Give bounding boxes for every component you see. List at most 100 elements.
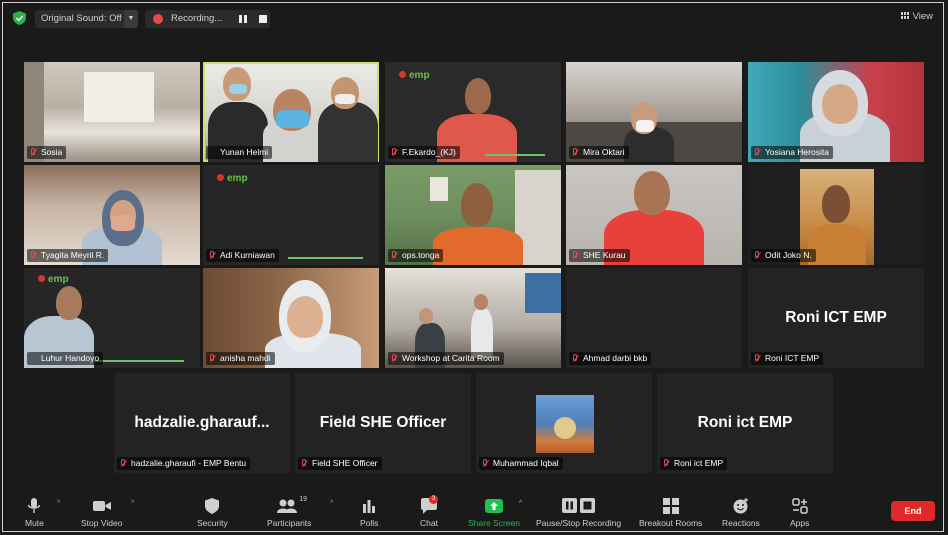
- video-tile[interactable]: Muhammad Iqbal: [476, 373, 652, 473]
- mute-label: Mute: [25, 518, 44, 528]
- muted-mic-icon: [755, 354, 759, 361]
- person-head: [56, 286, 82, 320]
- video-tile[interactable]: Mira Oktari: [566, 62, 742, 162]
- participant-name-tag: Yosiana Herosita: [751, 146, 833, 159]
- participants-button[interactable]: 19 Participants: [267, 496, 312, 528]
- participant-name-tag: Yunan Helmi: [206, 146, 273, 159]
- video-tile[interactable]: emp F.Ekardo_(KJ): [385, 62, 561, 162]
- top-bar: Original Sound: Off ▼ Recording... View: [3, 3, 943, 33]
- muted-mic-icon: [31, 148, 35, 155]
- emp-logo: emp: [399, 70, 430, 81]
- muted-mic-icon: [573, 354, 577, 361]
- video-tile[interactable]: Roni ict EMP Roni ict EMP: [657, 373, 833, 473]
- person-figure: [318, 102, 378, 162]
- video-tile[interactable]: SHE Kurau: [566, 165, 742, 265]
- chevron-up-icon[interactable]: ^: [57, 500, 60, 507]
- reactions-label: Reactions: [722, 518, 760, 528]
- wall-paper: [430, 177, 448, 201]
- face-mask: [636, 120, 654, 132]
- face-mask: [276, 110, 309, 128]
- polls-button[interactable]: Polls: [360, 498, 378, 528]
- chat-unread-badge: 3: [429, 495, 438, 504]
- video-tile[interactable]: Roni ICT EMP Roni ICT EMP: [748, 268, 924, 368]
- view-label: View: [912, 11, 933, 22]
- participant-name-tag: Adi Kurniawan: [206, 249, 279, 262]
- mute-button[interactable]: Mute: [25, 498, 44, 528]
- face-mask: [335, 94, 355, 104]
- original-sound-label: Original Sound: Off: [41, 13, 122, 24]
- audio-level-bar: [288, 257, 363, 259]
- muted-mic-icon: [664, 459, 668, 466]
- video-tile[interactable]: Workshop at Carita Room: [385, 268, 561, 368]
- muted-mic-icon: [573, 148, 577, 155]
- recording-icon: [153, 14, 163, 24]
- end-meeting-button[interactable]: End: [891, 501, 935, 521]
- video-tile[interactable]: emp Adi Kurniawan: [203, 165, 379, 265]
- stop-recording-icon[interactable]: [259, 15, 267, 23]
- participant-profile-picture: [536, 395, 594, 453]
- share-screen-label: Share Screen: [468, 518, 520, 528]
- muted-mic-icon: [210, 251, 214, 258]
- video-tile[interactable]: Sosia: [24, 62, 200, 162]
- participant-name-tag: Roni ict EMP: [660, 457, 728, 470]
- breakout-rooms-button[interactable]: Breakout Rooms: [639, 498, 702, 528]
- person-figure: [471, 308, 493, 358]
- muted-mic-icon: [302, 459, 306, 466]
- breakout-rooms-icon: [662, 498, 679, 514]
- participants-icon: 19: [271, 496, 307, 514]
- security-button[interactable]: Security: [197, 498, 228, 528]
- video-tile[interactable]: Odit Joko N.: [748, 165, 924, 265]
- muted-mic-icon: [392, 354, 396, 361]
- muted-mic-icon: [755, 251, 759, 258]
- chat-button[interactable]: 3 Chat: [420, 495, 438, 528]
- recording-indicator: Recording...: [145, 10, 270, 28]
- chevron-up-icon[interactable]: ^: [330, 500, 333, 507]
- participant-name-tag: Odit Joko N.: [751, 249, 816, 262]
- muted-mic-icon: [121, 459, 125, 466]
- pause-stop-icon: [561, 498, 595, 513]
- participant-name-tag: Luhur Handoyo: [27, 352, 104, 365]
- share-screen-button[interactable]: Share Screen: [468, 498, 520, 528]
- chat-label: Chat: [420, 518, 438, 528]
- apps-label: Apps: [790, 518, 810, 528]
- participant-name-tag: F.Ekardo_(KJ): [388, 146, 460, 159]
- original-sound-toggle[interactable]: Original Sound: Off ▼: [35, 10, 138, 28]
- video-camera-icon: [92, 501, 111, 511]
- video-tile[interactable]: Field SHE Officer Field SHE Officer: [295, 373, 471, 473]
- face-mask: [229, 84, 247, 94]
- person-head: [465, 78, 491, 114]
- video-tile[interactable]: anisha mahdi: [203, 268, 379, 368]
- video-tile-active-speaker[interactable]: Yunan Helmi: [203, 62, 379, 162]
- person-head: [474, 294, 488, 310]
- stop-video-button[interactable]: Stop Video: [81, 498, 122, 528]
- video-tile[interactable]: ops.tonga: [385, 165, 561, 265]
- breakout-rooms-label: Breakout Rooms: [639, 518, 703, 528]
- apps-icon: [791, 498, 808, 514]
- person-head: [634, 171, 670, 215]
- muted-mic-icon: [755, 148, 759, 155]
- video-tile[interactable]: emp Luhur Handoyo: [24, 268, 200, 368]
- meeting-toolbar: Mute ^ Stop Video ^ Security 19 Particip…: [3, 487, 943, 531]
- chevron-down-icon[interactable]: ▼: [124, 10, 138, 28]
- participant-name-tag: SHE Kurau: [569, 249, 630, 262]
- video-tile[interactable]: Ahmad darbi bkb: [566, 268, 742, 368]
- video-tile[interactable]: hadzalie.gharauf... hadzalie.gharaufi - …: [114, 373, 290, 473]
- share-screen-icon: [484, 499, 503, 513]
- view-button[interactable]: View: [900, 11, 933, 22]
- pause-stop-recording-button[interactable]: Pause/Stop Recording: [536, 498, 621, 528]
- participants-label: Participants: [267, 518, 312, 528]
- chevron-up-icon[interactable]: ^: [519, 500, 522, 507]
- reactions-button[interactable]: Reactions: [722, 498, 760, 528]
- participant-name-tag: Ahmad darbi bkb: [569, 352, 652, 365]
- participant-name-tag: Mira Oktari: [569, 146, 629, 159]
- video-tile[interactable]: Tyagita Meyril R.: [24, 165, 200, 265]
- polls-label: Polls: [360, 518, 379, 528]
- video-tile[interactable]: Yosiana Herosita: [748, 62, 924, 162]
- security-shield-icon[interactable]: [13, 11, 26, 25]
- muted-mic-icon: [210, 354, 214, 361]
- chevron-up-icon[interactable]: ^: [131, 500, 134, 507]
- pause-recording-icon[interactable]: [239, 15, 247, 23]
- audio-level-bar: [485, 154, 545, 156]
- apps-button[interactable]: Apps: [790, 498, 809, 528]
- person-figure: [433, 227, 523, 265]
